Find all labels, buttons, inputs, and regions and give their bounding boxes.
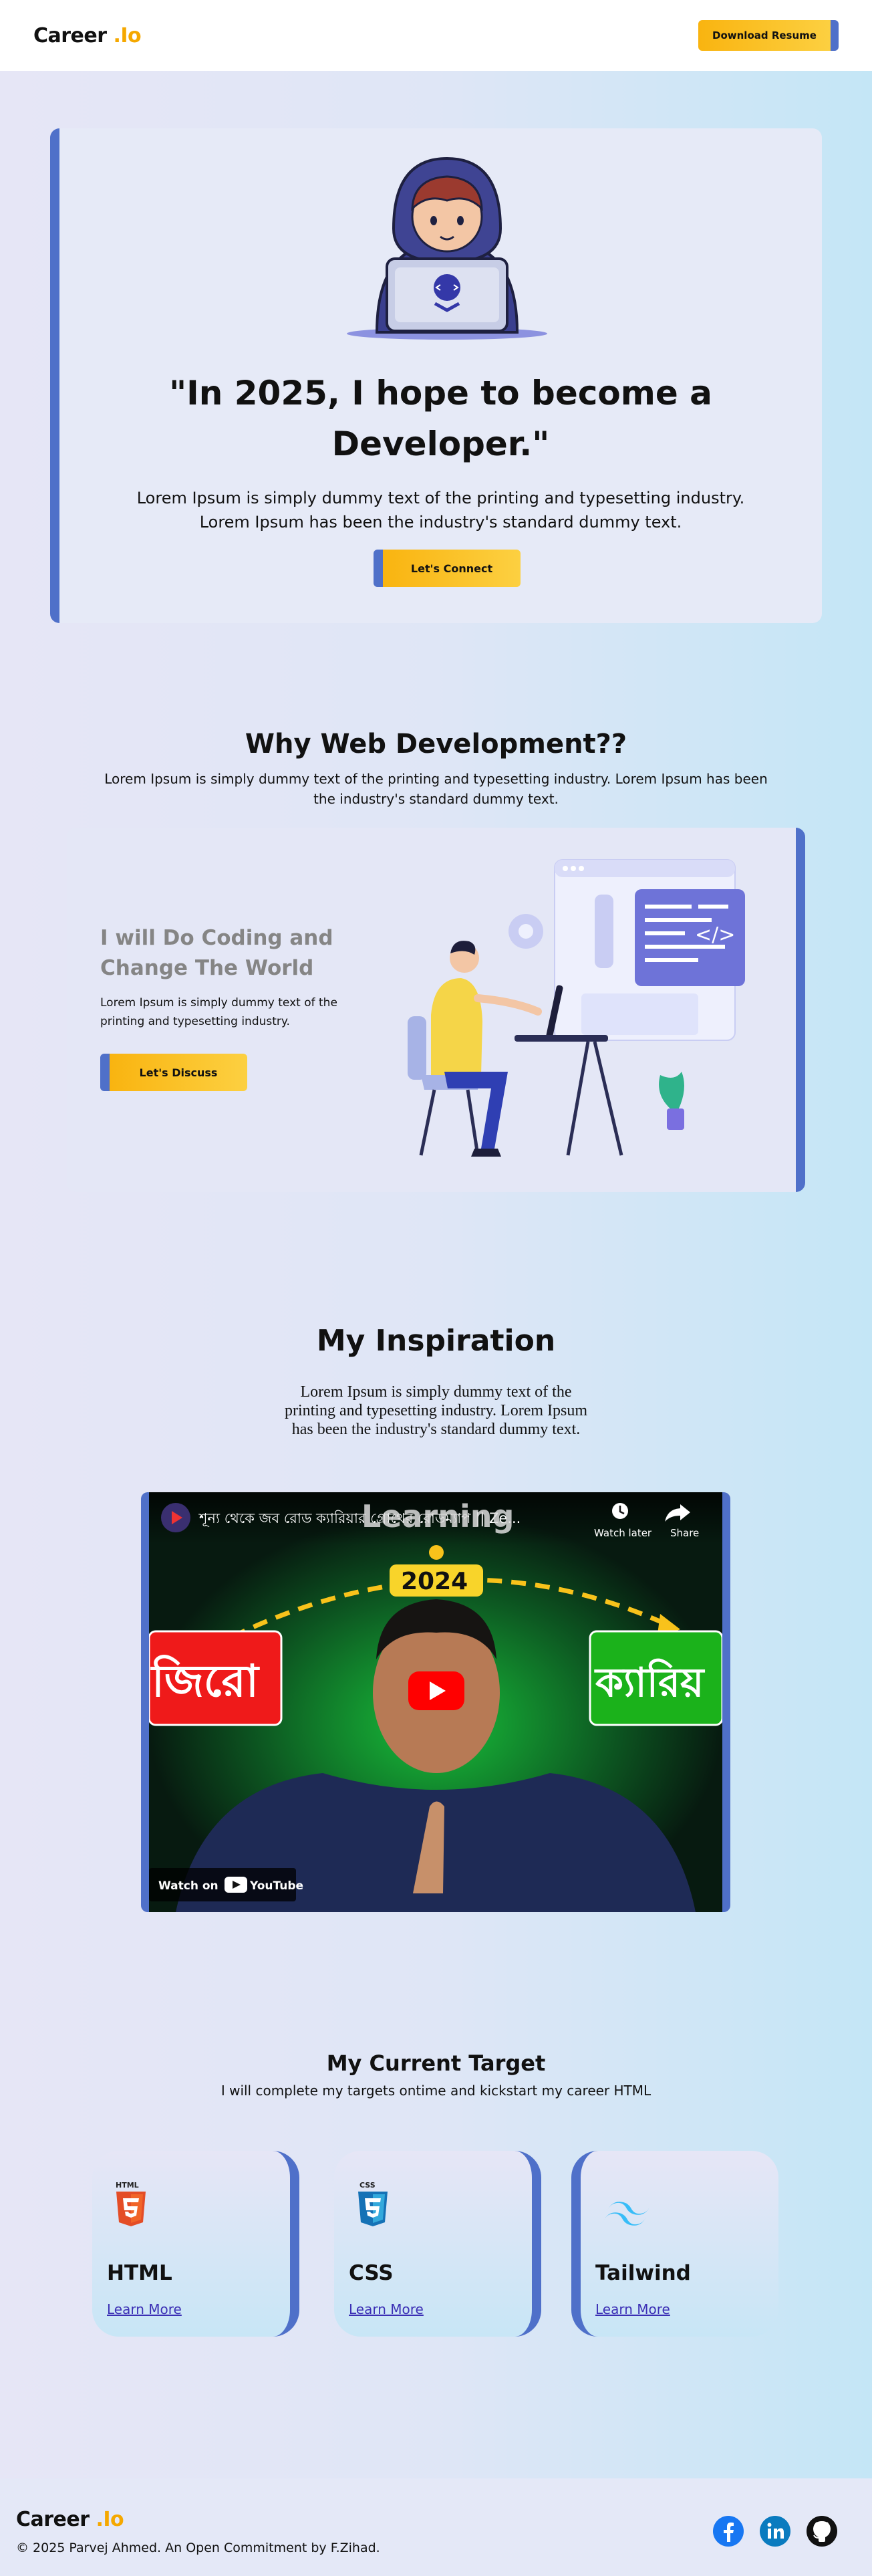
inspiration-text: Lorem Ipsum is simply dummy text of the … — [284, 1383, 588, 1438]
why-card-heading: I will Do Coding and Change The World — [100, 926, 333, 980]
copyright-text: © 2025 Parvej Ahmed. An Open Commitment … — [16, 2541, 380, 2555]
footer: Career .Io © 2025 Parvej Ahmed. An Open … — [0, 2478, 872, 2576]
hero-card: "In 2025, I hope to become a Developer."… — [50, 128, 822, 623]
learn-more-link[interactable]: Learn More — [349, 2301, 424, 2317]
why-card-text: Lorem Ipsum is simply dummy text of the … — [100, 996, 337, 1028]
top-navbar: Career .Io Download Resume — [0, 0, 872, 71]
video-left-word: জিরো — [150, 1654, 261, 1707]
developer-illustration: </> — [408, 859, 745, 1157]
html5-icon: HTML — [116, 2181, 146, 2226]
target-card-title: Tailwind — [595, 2261, 691, 2285]
learn-more-link[interactable]: Learn More — [107, 2301, 182, 2317]
video-overlay-word: Learning — [361, 1498, 514, 1534]
hacker-illustration — [347, 156, 547, 340]
logo[interactable]: Career .Io — [33, 23, 142, 47]
watch-later-label[interactable]: Watch later — [594, 1527, 652, 1539]
video-year: 2024 — [401, 1568, 468, 1595]
linkedin-icon[interactable] — [759, 2515, 791, 2547]
target-card-title: CSS — [349, 2261, 394, 2285]
hero-heading: "In 2025, I hope to become a Developer." — [169, 374, 712, 463]
youtube-label[interactable]: YouTube — [249, 1879, 303, 1893]
target-subtitle: I will complete my targets ontime and ki… — [221, 2083, 651, 2099]
svg-text:CSS: CSS — [359, 2181, 376, 2190]
target-title: My Current Target — [326, 2051, 546, 2076]
target-card-css: CSS CSS Learn More — [334, 2151, 541, 2337]
svg-text:</>: </> — [695, 923, 735, 947]
youtube-video-embed[interactable]: শূন্য থেকে জব রোড ক্যারিয়ার গ্রোথের রোড… — [141, 1492, 730, 1912]
logo-main: Career — [16, 2508, 90, 2531]
lets-discuss-button[interactable]: Let's Discuss — [100, 1054, 247, 1091]
learn-more-link[interactable]: Learn More — [595, 2301, 670, 2317]
github-icon[interactable] — [806, 2515, 838, 2547]
why-card: I will Do Coding and Change The World Lo… — [67, 828, 805, 1192]
logo-accent: .Io — [96, 2508, 124, 2531]
video-thumbnail: শূন্য থেকে জব রোড ক্যারিয়ার গ্রোথের রোড… — [149, 1492, 722, 1912]
facebook-icon[interactable] — [712, 2515, 744, 2547]
inspiration-title: My Inspiration — [316, 1324, 556, 1358]
lets-connect-button[interactable]: Let's Connect — [374, 550, 521, 587]
watch-on-label[interactable]: Watch on — [158, 1879, 219, 1893]
logo-main: Career — [33, 23, 107, 47]
target-card-html: HTML HTML Learn More — [92, 2151, 299, 2337]
download-resume-button[interactable]: Download Resume — [698, 20, 839, 51]
svg-text:HTML: HTML — [116, 2181, 139, 2190]
footer-logo[interactable]: Career .Io — [16, 2508, 124, 2531]
logo-accent: .Io — [113, 23, 142, 47]
hero-text: Lorem Ipsum is simply dummy text of the … — [136, 489, 745, 532]
page: Career .Io Download Resume "In 2025, I h… — [0, 0, 872, 2576]
tailwind-icon — [603, 2202, 650, 2226]
css3-icon: CSS — [358, 2181, 388, 2226]
why-title: Why Web Development?? — [245, 729, 627, 759]
target-card-tailwind: Tailwind Learn More — [571, 2151, 778, 2337]
why-subtitle: Lorem Ipsum is simply dummy text of the … — [104, 771, 768, 807]
video-right-word: ক্যারিয় — [594, 1658, 706, 1706]
share-label[interactable]: Share — [670, 1527, 699, 1539]
target-card-title: HTML — [107, 2261, 172, 2285]
